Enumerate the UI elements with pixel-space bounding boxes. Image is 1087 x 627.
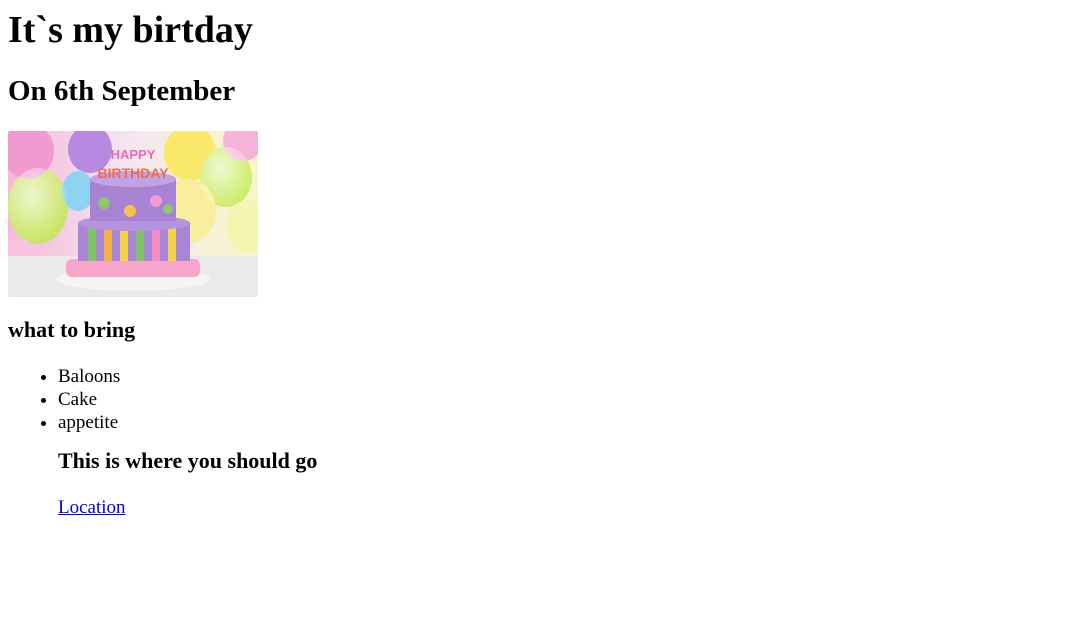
location-link[interactable]: Location: [58, 496, 126, 519]
bring-list: Baloons Cake appetite This is where you …: [8, 365, 1079, 519]
page-subtitle: On 6th September: [8, 75, 236, 107]
svg-text:HAPPY: HAPPY: [111, 147, 156, 162]
what-to-bring-heading: what to bring: [8, 317, 136, 342]
list-item-baloons: Baloons: [58, 365, 1079, 388]
page-title: It`s my birtday: [8, 9, 253, 51]
list-item-cake: Cake: [58, 388, 1079, 411]
list-item-appetite: appetite: [58, 411, 1079, 434]
svg-text:BIRTHDAY: BIRTHDAY: [97, 165, 169, 181]
directions-section: This is where you should go Location: [58, 448, 1079, 519]
directions-heading: This is where you should go: [58, 448, 318, 473]
birthday-cake-icon: HAPPY BIRTHDAY: [8, 131, 258, 297]
birthday-cake-image: HAPPY BIRTHDAY: [8, 131, 258, 297]
